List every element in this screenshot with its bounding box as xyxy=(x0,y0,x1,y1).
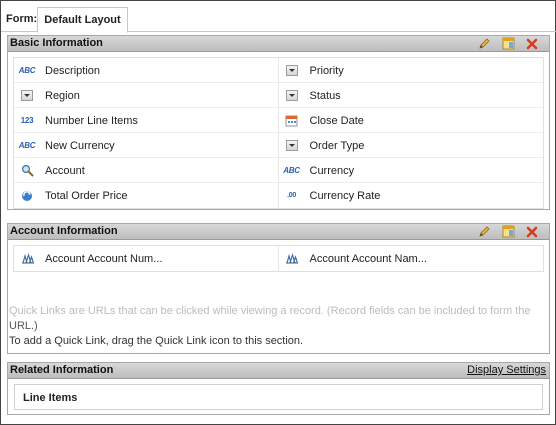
field-row: ABC New Currency Order Type xyxy=(14,133,543,158)
quick-links-hint: Quick Links are URLs that can be clicked… xyxy=(9,305,531,317)
field-label: Account xyxy=(45,165,85,177)
field-label: Status xyxy=(309,90,341,102)
field-status[interactable]: Status xyxy=(279,83,544,108)
field-row: Region Status xyxy=(14,83,543,108)
field-new-currency[interactable]: ABC New Currency xyxy=(14,133,279,158)
pencil-icon[interactable] xyxy=(477,37,491,50)
close-x-icon[interactable] xyxy=(525,37,539,50)
field-currency-rate[interactable]: .00 Currency Rate xyxy=(279,183,544,208)
decimal-icon: .00 xyxy=(287,191,296,199)
formula-icon xyxy=(19,188,35,202)
basic-fields-grid: ABC Description Priority Region Status 1… xyxy=(13,57,544,209)
pencil-icon[interactable] xyxy=(477,225,491,238)
dropdown-icon xyxy=(284,88,300,102)
field-label: Close Date xyxy=(309,115,364,127)
form-tab-bar: Form: Default Layout xyxy=(1,1,556,33)
lookup-icon xyxy=(19,163,35,177)
section-header: Account Information xyxy=(8,224,549,240)
section-header: Related Information Display Settings xyxy=(8,363,549,379)
field-label: Description xyxy=(45,65,101,77)
account-fields-grid: Account Account Num... Account Account N… xyxy=(13,245,544,272)
field-order-type[interactable]: Order Type xyxy=(279,133,544,158)
number-123-icon: 123 xyxy=(20,115,34,125)
section-title: Basic Information xyxy=(10,37,103,49)
field-row: ABC Description Priority xyxy=(14,58,543,83)
abc-text-icon: ABC xyxy=(18,140,36,150)
field-row: 123 Number Line Items Close Date xyxy=(14,108,543,133)
field-close-date[interactable]: Close Date xyxy=(279,108,544,133)
related-field-icon xyxy=(19,251,35,265)
field-label: Priority xyxy=(309,65,344,77)
quick-links-instructions: To add a Quick Link, drag the Quick Link… xyxy=(9,335,304,347)
dropdown-icon xyxy=(284,63,300,77)
section-title: Related Information xyxy=(10,364,114,376)
related-list-title: Line Items xyxy=(23,392,78,404)
close-x-icon[interactable] xyxy=(525,225,539,238)
layout-icon[interactable] xyxy=(501,37,515,50)
field-account-number[interactable]: Account Account Num... xyxy=(14,246,279,271)
field-number-line-items[interactable]: 123 Number Line Items xyxy=(14,108,279,133)
field-description[interactable]: ABC Description xyxy=(14,58,279,83)
field-label: Region xyxy=(45,90,80,102)
field-label: Order Type xyxy=(309,140,365,152)
field-total-order-price[interactable]: Total Order Price xyxy=(14,183,279,208)
abc-text-icon: ABC xyxy=(18,65,36,75)
field-label: Currency xyxy=(309,165,355,177)
field-row: Total Order Price .00 Currency Rate xyxy=(14,183,543,208)
field-label: Number Line Items xyxy=(45,115,138,127)
field-label: Total Order Price xyxy=(45,190,128,202)
field-currency[interactable]: ABC Currency xyxy=(279,158,544,183)
related-information-section: Related Information Display Settings Lin… xyxy=(7,362,550,415)
display-settings-link[interactable]: Display Settings xyxy=(467,364,546,376)
calendar-icon xyxy=(284,113,300,127)
layout-icon[interactable] xyxy=(501,225,515,238)
field-account[interactable]: Account xyxy=(14,158,279,183)
dropdown-icon xyxy=(19,88,35,102)
section-title: Account Information xyxy=(10,225,118,237)
field-label: New Currency xyxy=(45,140,115,152)
quick-links-hint-continued: URL.) xyxy=(9,320,38,332)
field-account-name[interactable]: Account Account Nam... xyxy=(279,246,544,271)
basic-information-section: Basic Information ABC Description Priori… xyxy=(7,35,550,210)
field-label: Account Account Nam... xyxy=(309,253,427,265)
tab-default-layout[interactable]: Default Layout xyxy=(37,7,128,33)
field-region[interactable]: Region xyxy=(14,83,279,108)
section-header-icons xyxy=(477,225,539,238)
field-label: Account Account Num... xyxy=(45,253,163,265)
form-label: Form: xyxy=(6,13,38,25)
section-header: Basic Information xyxy=(8,36,549,52)
field-priority[interactable]: Priority xyxy=(279,58,544,83)
dropdown-icon xyxy=(284,138,300,152)
abc-text-icon: ABC xyxy=(283,165,300,175)
form-designer-frame: Form: Default Layout Basic Information A… xyxy=(0,0,556,425)
section-header-icons xyxy=(477,37,539,50)
related-field-icon xyxy=(284,251,300,265)
field-row: Account Account Num... Account Account N… xyxy=(14,246,543,271)
field-row: Account ABC Currency xyxy=(14,158,543,183)
related-list-line-items[interactable]: Line Items xyxy=(14,384,543,410)
field-label: Currency Rate xyxy=(309,190,381,202)
